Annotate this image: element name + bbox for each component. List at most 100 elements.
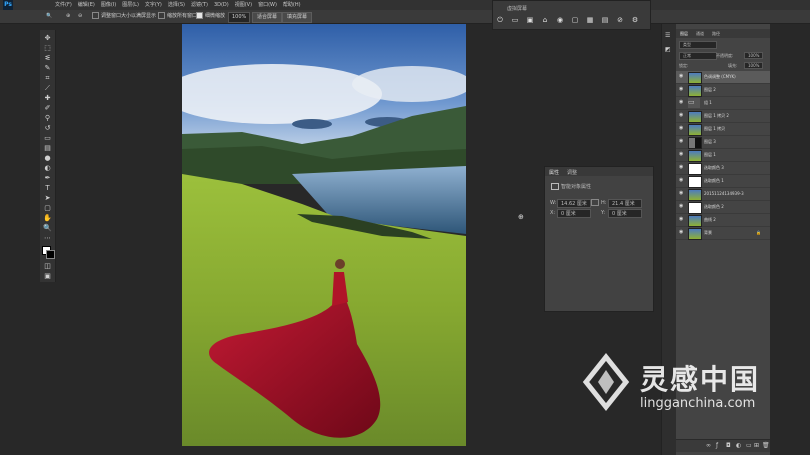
camera-icon[interactable]: ▢ — [571, 16, 579, 24]
layer-row[interactable]: ◉ 图层 2 — [676, 84, 770, 97]
adjustments-icon[interactable]: ◩ — [665, 46, 672, 53]
tab-layers[interactable]: 图层 — [680, 31, 688, 37]
chat-icon[interactable]: ▭ — [511, 16, 519, 24]
background-color-swatch[interactable] — [46, 250, 55, 259]
fx-icon[interactable]: ƒ — [716, 442, 718, 449]
history-icon[interactable]: ☰ — [665, 32, 672, 39]
tab-paths[interactable]: 路径 — [712, 31, 720, 37]
menu-type[interactable]: 文字(Y) — [145, 0, 162, 10]
layer-kind-filter[interactable]: 类型 — [679, 41, 717, 49]
menu-view[interactable]: 视图(V) — [235, 0, 252, 10]
eye-icon[interactable]: ◉ — [679, 126, 684, 131]
dodge-tool-icon[interactable]: ◐ — [43, 164, 52, 173]
y-field[interactable]: 0 厘米 — [608, 209, 642, 218]
grid-icon[interactable]: ▦ — [586, 16, 594, 24]
menu-image[interactable]: 图像(I) — [101, 0, 116, 10]
image-icon[interactable]: ▣ — [526, 16, 534, 24]
scrubby-zoom-checkbox[interactable] — [196, 12, 203, 19]
trash-icon[interactable]: 🗑 — [762, 442, 770, 449]
layer-row[interactable]: ◉ 选取颜色 3 — [676, 162, 770, 175]
zoom-percent-field[interactable]: 100% — [228, 12, 251, 23]
fill-field[interactable]: 100% — [744, 62, 764, 69]
new-layer-icon[interactable]: ⊞ — [754, 442, 759, 449]
zoom-all-option[interactable]: 缩放所有窗口 — [158, 12, 197, 21]
zoom-out-icon[interactable]: ⊖ — [78, 12, 82, 21]
eye-icon[interactable]: ◉ — [679, 152, 684, 157]
add-mask-icon[interactable]: ◘ — [726, 442, 731, 449]
eye-icon[interactable]: ◉ — [679, 204, 684, 209]
layer-row[interactable]: ◉ 色调调整 (CMYK) — [676, 71, 770, 84]
layer-row[interactable]: ◉ 图层 3 — [676, 136, 770, 149]
eye-icon[interactable]: ◉ — [679, 230, 684, 235]
layer-row[interactable]: ◉ 20151124134939-3 — [676, 188, 770, 201]
resize-windows-option[interactable]: 调整窗口大小以满屏显示 — [92, 12, 156, 21]
blur-tool-icon[interactable]: ● — [43, 154, 52, 163]
shape-tool-icon[interactable]: ▢ — [43, 204, 52, 213]
lasso-tool-icon[interactable]: ᓬ — [43, 54, 52, 63]
fill-screen-button[interactable]: 填充屏幕 — [282, 12, 313, 23]
layer-row[interactable]: ◉ 背景 🔒 — [676, 227, 770, 240]
eye-icon[interactable]: ◉ — [679, 87, 684, 92]
brush-tool-icon[interactable]: ✐ — [43, 104, 52, 113]
quick-select-tool-icon[interactable]: ✎ — [43, 64, 52, 73]
fit-screen-button[interactable]: 适合屏幕 — [252, 12, 283, 23]
scrubby-zoom-option[interactable]: 细微缩放 — [196, 12, 225, 21]
more-tools-icon[interactable]: ⋯ — [43, 234, 52, 243]
screen-mode-icon[interactable]: ▣ — [43, 272, 52, 281]
stamp-tool-icon[interactable]: ⚲ — [43, 114, 52, 123]
eye-icon[interactable]: ◉ — [679, 165, 684, 170]
menu-file[interactable]: 文件(F) — [55, 0, 72, 10]
layer-row[interactable]: ◉ 曲线 2 — [676, 214, 770, 227]
eye-icon[interactable]: ◉ — [679, 113, 684, 118]
tab-properties[interactable]: 属性 — [549, 169, 559, 176]
layer-row[interactable]: ◉ ▭ 组 1 — [676, 97, 770, 110]
path-select-tool-icon[interactable]: ➤ — [43, 194, 52, 203]
menu-3d[interactable]: 3D(D) — [214, 0, 229, 10]
eraser-tool-icon[interactable]: ▭ — [43, 134, 52, 143]
eye-icon[interactable]: ◉ — [679, 191, 684, 196]
type-tool-icon[interactable]: T — [43, 184, 52, 193]
marquee-tool-icon[interactable]: ⬚ — [43, 44, 52, 53]
x-field[interactable]: 0 厘米 — [557, 209, 591, 218]
opacity-field[interactable]: 100% — [744, 52, 764, 59]
menu-help[interactable]: 帮助(H) — [283, 0, 301, 10]
link-icon[interactable] — [591, 199, 599, 206]
menu-edit[interactable]: 编辑(E) — [78, 0, 95, 10]
power-icon[interactable]: ⏻ — [496, 16, 504, 24]
gradient-tool-icon[interactable]: ▤ — [43, 144, 52, 153]
layer-row[interactable]: ◉ 图层 1 — [676, 149, 770, 162]
menu-layer[interactable]: 图层(L) — [122, 0, 139, 10]
eye-icon[interactable]: ◉ — [679, 178, 684, 183]
resize-windows-checkbox[interactable] — [92, 12, 99, 19]
menu-window[interactable]: 窗口(W) — [258, 0, 277, 10]
new-group-icon[interactable]: ▭ — [746, 442, 752, 449]
layer-row[interactable]: ◉ 图层 1 拷贝 — [676, 123, 770, 136]
link-layers-icon[interactable]: ∞ — [706, 442, 711, 449]
quick-mask-icon[interactable]: ◫ — [43, 262, 52, 271]
zoom-in-icon[interactable]: ⊕ — [66, 12, 70, 21]
adjustment-layer-icon[interactable]: ◐ — [736, 442, 741, 449]
blend-mode-select[interactable]: 正常 — [679, 52, 717, 60]
eyedropper-tool-icon[interactable]: ⟋ — [43, 84, 52, 93]
zoom-tool-icon[interactable]: 🔍 — [46, 12, 52, 21]
stop-icon[interactable]: ⊘ — [616, 16, 624, 24]
record-icon[interactable]: ◉ — [556, 16, 564, 24]
hand-tool-icon[interactable]: ✋ — [43, 214, 52, 223]
tab-adjustments[interactable]: 调整 — [567, 169, 577, 176]
zoom-all-checkbox[interactable] — [158, 12, 165, 19]
eye-icon[interactable]: ◉ — [679, 217, 684, 222]
screen-icon[interactable]: ▤ — [601, 16, 609, 24]
zoom-tool-icon[interactable]: 🔍 — [43, 224, 52, 233]
layer-row[interactable]: ◉ 选取颜色 1 — [676, 175, 770, 188]
eye-icon[interactable]: ◉ — [679, 139, 684, 144]
eye-icon[interactable]: ◉ — [679, 100, 684, 105]
crop-tool-icon[interactable]: ⌗ — [43, 74, 52, 83]
menu-select[interactable]: 选择(S) — [168, 0, 185, 10]
height-field[interactable]: 21.4 厘米 — [608, 199, 642, 208]
history-brush-tool-icon[interactable]: ↺ — [43, 124, 52, 133]
eye-icon[interactable]: ◉ — [679, 74, 684, 79]
layer-row[interactable]: ◉ 选取颜色 2 — [676, 201, 770, 214]
settings-icon[interactable]: ⚙ — [631, 16, 639, 24]
pen-tool-icon[interactable]: ✒ — [43, 174, 52, 183]
gift-icon[interactable]: ⌂ — [541, 16, 549, 24]
